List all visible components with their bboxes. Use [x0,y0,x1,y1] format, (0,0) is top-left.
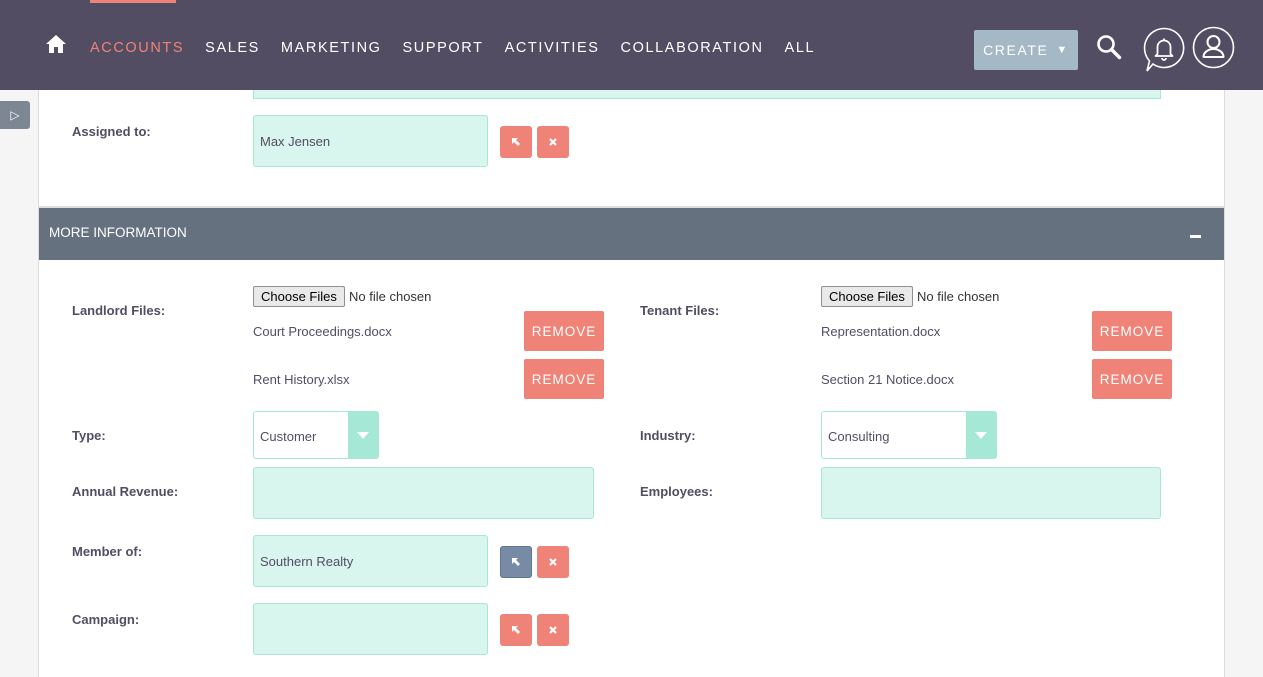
main-menu: ACCOUNTS SALES MARKETING SUPPORT ACTIVIT… [90,40,836,56]
remove-landlord-file-button[interactable]: REMOVE [524,359,604,399]
sidebar-toggle-button[interactable]: ▷ [0,101,30,129]
landlord-choose-files-button[interactable]: Choose Files [253,286,345,307]
tenant-file-name: Section 21 Notice.docx [821,372,954,387]
dropdown-arrow-icon [966,412,996,458]
clear-assigned-user-button[interactable] [537,126,569,158]
select-member-of-button[interactable] [500,546,532,578]
remove-label: REMOVE [1099,323,1165,339]
more-information-header[interactable]: MORE INFORMATION [39,208,1224,260]
landlord-file-status: No file chosen [349,289,432,304]
arrow-select-icon [512,626,520,634]
bell-icon[interactable] [1143,27,1185,73]
arrow-select-icon [512,558,520,566]
remove-label: REMOVE [531,323,597,339]
landlord-file-name: Rent History.xlsx [253,372,350,387]
campaign-field[interactable] [253,603,488,655]
nav-item-all[interactable]: ALL [785,40,816,56]
search-icon[interactable] [1096,34,1122,60]
collapse-minus-icon[interactable] [1190,235,1201,238]
expand-arrow-icon: ▷ [10,108,20,122]
landlord-file-name: Court Proceedings.docx [253,324,392,339]
nav-item-sales[interactable]: SALES [205,40,260,56]
remove-tenant-file-button[interactable]: REMOVE [1092,311,1172,351]
select-assigned-user-button[interactable] [500,126,532,158]
assigned-to-label: Assigned to: [72,124,151,139]
employees-input[interactable] [821,467,1161,519]
nav-item-accounts[interactable]: ACCOUNTS [90,40,184,56]
remove-label: REMOVE [531,371,597,387]
member-of-label: Member of: [72,544,143,559]
annual-revenue-input[interactable] [253,467,594,519]
choose-files-label: Choose Files [261,289,337,304]
nav-item-support[interactable]: SUPPORT [403,40,484,56]
tenant-files-label: Tenant Files: [640,303,720,318]
choose-files-label: Choose Files [829,289,905,304]
type-select[interactable]: Customer [253,411,379,459]
more-information-panel: MORE INFORMATION [38,207,1225,677]
home-icon[interactable] [45,34,67,54]
remove-tenant-file-button[interactable]: REMOVE [1092,359,1172,399]
campaign-label: Campaign: [72,612,140,627]
close-icon [549,558,557,566]
employees-label: Employees: [640,484,713,499]
assigned-to-field[interactable]: Max Jensen [253,115,488,167]
tenant-file-name: Representation.docx [821,324,941,339]
dropdown-arrow-icon [348,412,378,458]
active-nav-indicator [90,0,176,3]
more-information-title: MORE INFORMATION [49,225,187,240]
industry-select[interactable]: Consulting [821,411,997,459]
overview-panel [38,90,1225,207]
industry-label: Industry: [640,428,696,443]
nav-item-activities[interactable]: ACTIVITIES [505,40,600,56]
clear-member-of-button[interactable] [537,546,569,578]
create-button-label: CREATE [983,42,1049,58]
arrow-select-icon [512,138,520,146]
industry-selected-value: Consulting [828,429,890,444]
close-icon [549,138,557,146]
type-label: Type: [72,428,106,443]
top-nav-bar: ACCOUNTS SALES MARKETING SUPPORT ACTIVIT… [0,0,1263,90]
landlord-files-label: Landlord Files: [72,303,166,318]
remove-label: REMOVE [1099,371,1165,387]
member-of-field[interactable]: Southern Realty [253,535,488,587]
tenant-file-status: No file chosen [917,289,1000,304]
create-button[interactable]: CREATE ▼ [974,30,1078,70]
tenant-choose-files-button[interactable]: Choose Files [821,286,913,307]
assigned-to-value: Max Jensen [260,133,331,149]
caret-down-icon: ▼ [1056,44,1069,56]
close-icon [549,626,557,634]
description-textarea[interactable] [253,90,1161,99]
user-icon[interactable] [1192,26,1235,69]
select-campaign-button[interactable] [500,614,532,646]
annual-revenue-label: Annual Revenue: [72,484,179,499]
nav-item-collaboration[interactable]: COLLABORATION [621,40,764,56]
clear-campaign-button[interactable] [537,614,569,646]
remove-landlord-file-button[interactable]: REMOVE [524,311,604,351]
nav-item-marketing[interactable]: MARKETING [281,40,382,56]
member-of-value: Southern Realty [260,553,354,569]
type-selected-value: Customer [260,429,317,444]
